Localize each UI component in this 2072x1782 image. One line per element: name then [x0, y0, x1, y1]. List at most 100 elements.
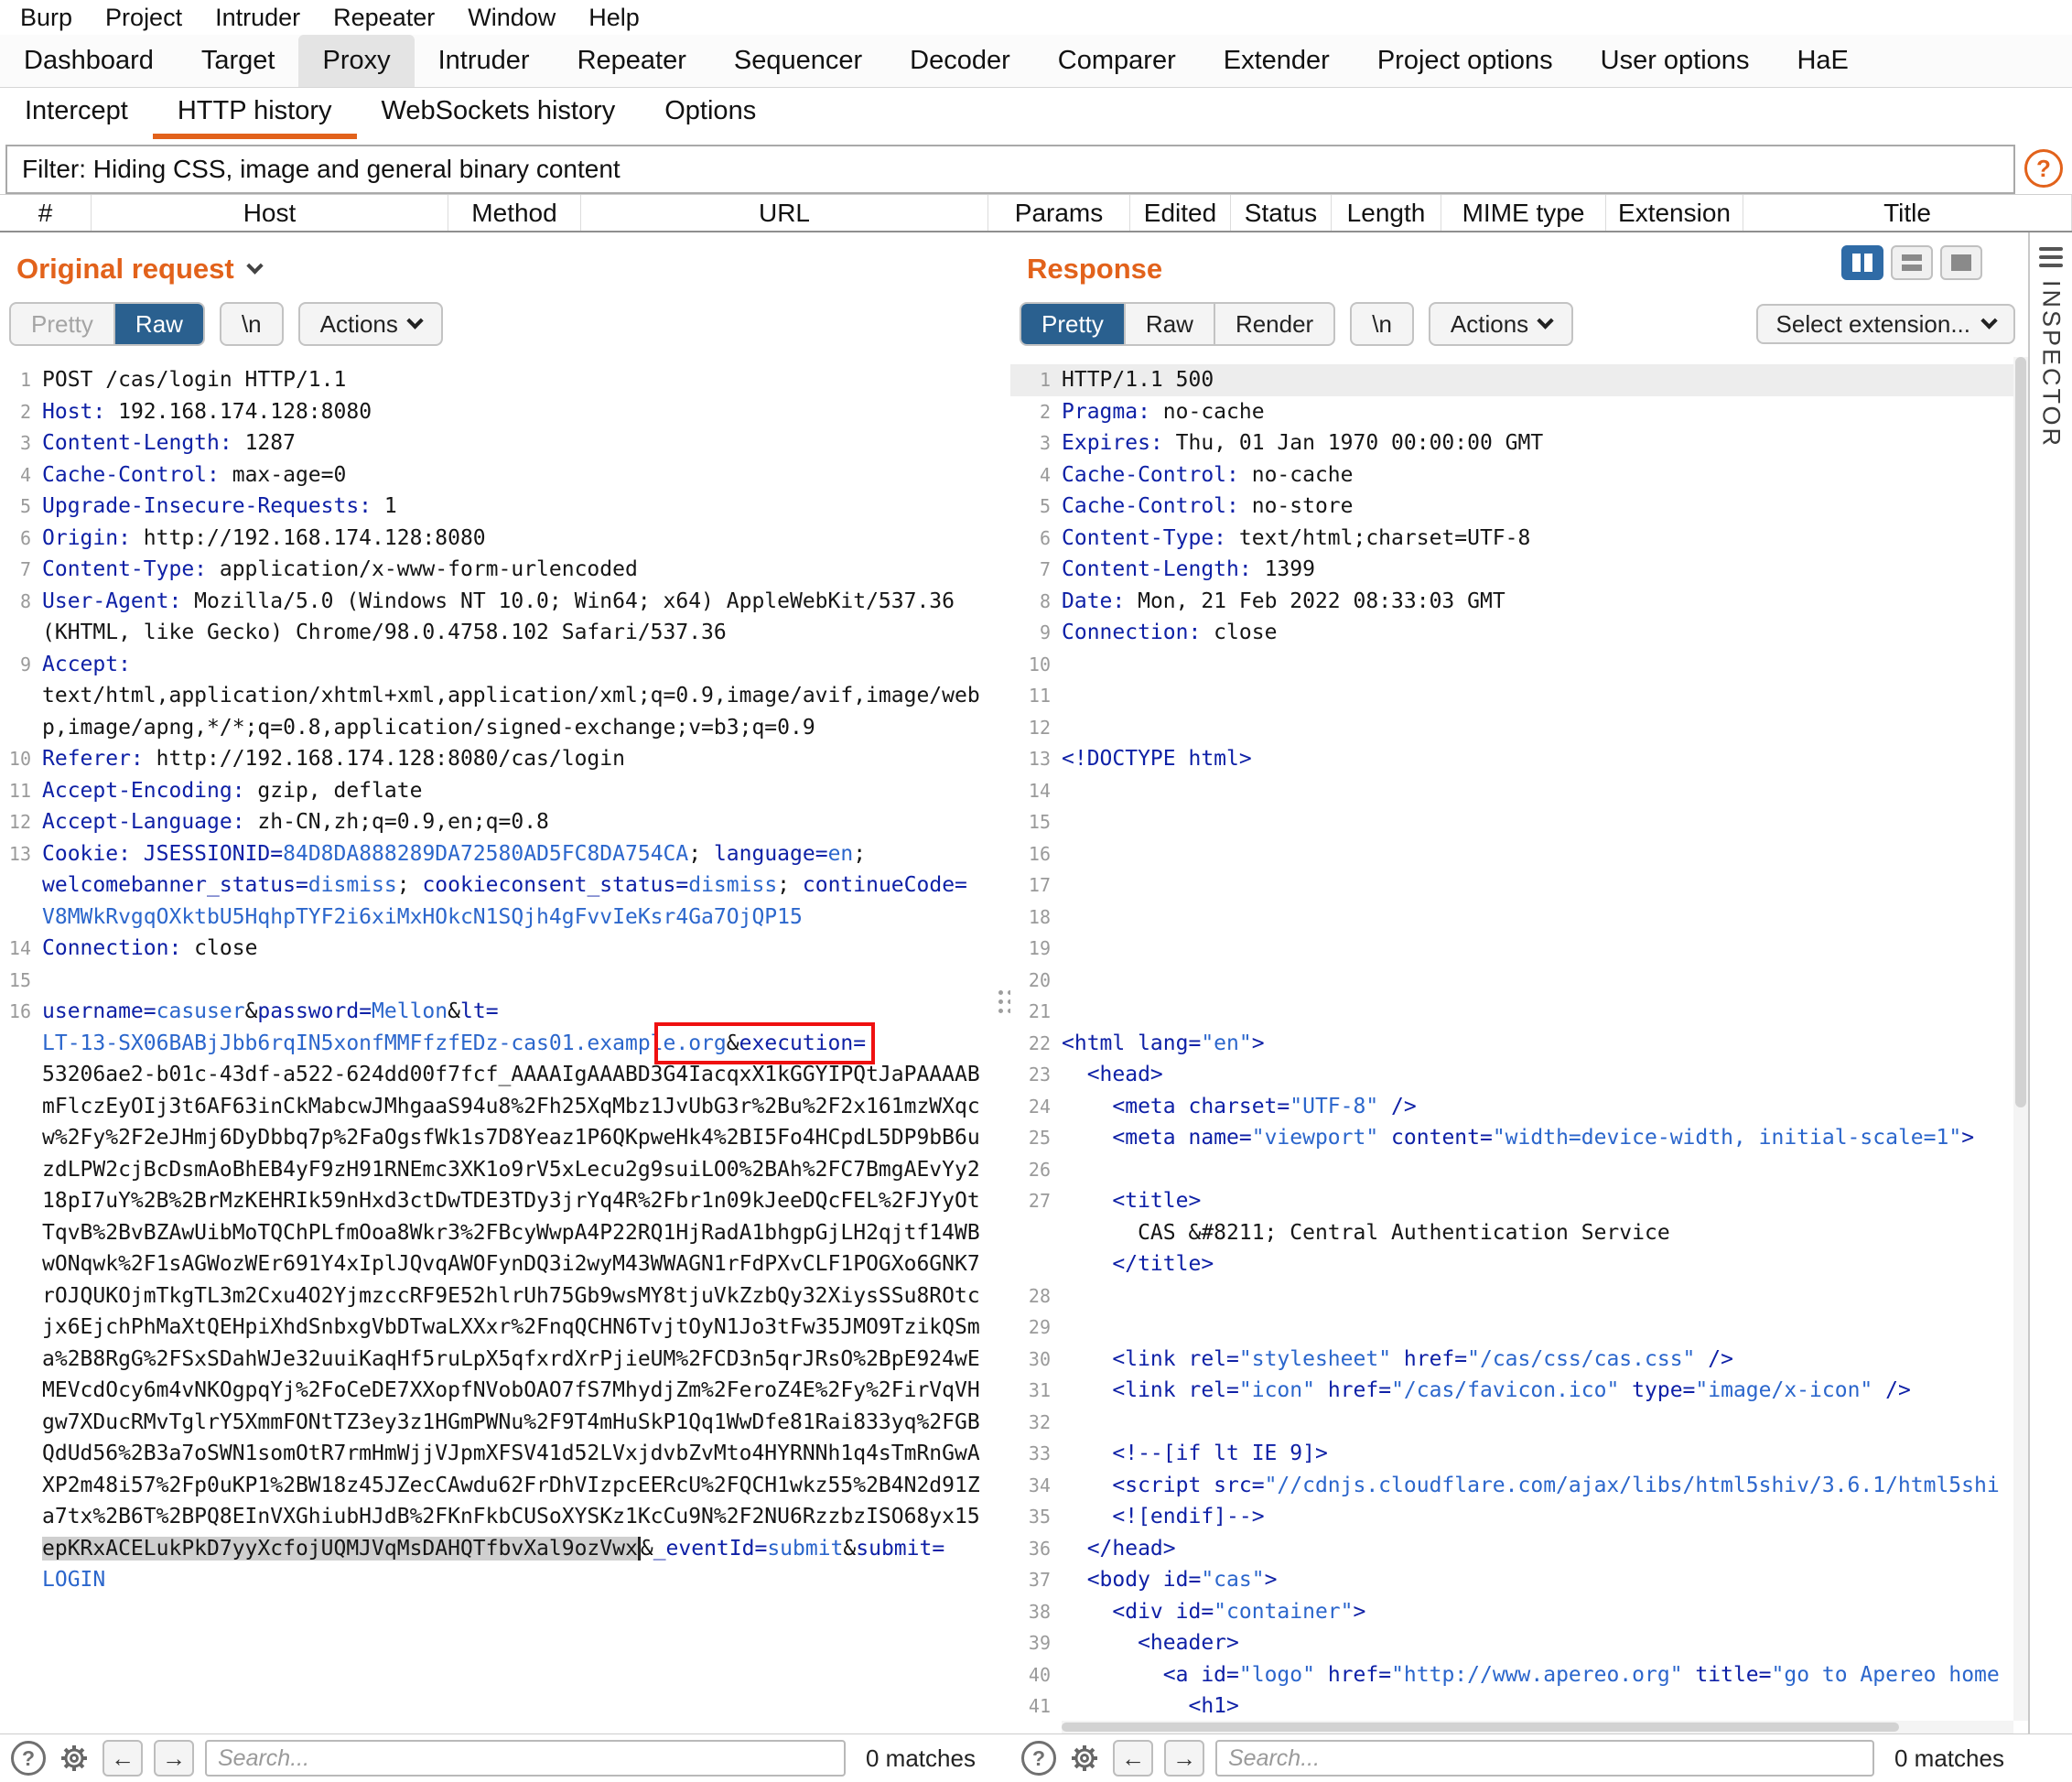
main-tab-decoder[interactable]: Decoder — [886, 35, 1034, 87]
request-line[interactable]: V8MWkRvgqOXktbU5HqhpTYF2i6xiMxHOkcN1SQjh… — [0, 902, 999, 934]
help-icon[interactable]: ? — [11, 1741, 46, 1776]
response-line[interactable]: 38 <div id="container"> — [1010, 1596, 2013, 1628]
response-line[interactable]: 8Date: Mon, 21 Feb 2022 08:33:03 GMT — [1010, 586, 2013, 618]
column-header-title[interactable]: Title — [1743, 195, 2072, 231]
response-line[interactable]: 32 — [1010, 1407, 2013, 1439]
request-tab-raw[interactable]: Raw — [113, 304, 203, 344]
request-line[interactable]: p,image/apng,*/*;q=0.8,application/signe… — [0, 712, 999, 744]
response-line[interactable]: 23 <head> — [1010, 1059, 2013, 1091]
request-line[interactable]: 6Origin: http://192.168.174.128:8080 — [0, 523, 999, 555]
column-header-length[interactable]: Length — [1332, 195, 1441, 231]
response-line[interactable]: 21 — [1010, 996, 2013, 1028]
main-tab-intruder[interactable]: Intruder — [415, 35, 554, 87]
sub-tab-intercept[interactable]: Intercept — [0, 88, 153, 139]
request-line[interactable]: 8User-Agent: Mozilla/5.0 (Windows NT 10.… — [0, 586, 999, 618]
response-line[interactable]: 17 — [1010, 869, 2013, 902]
request-tab-pretty[interactable]: Pretty — [11, 304, 113, 344]
request-line[interactable]: 53206ae2-b01c-43df-a522-624dd00f7fcf_AAA… — [0, 1059, 999, 1091]
response-line[interactable]: 35 <![endif]--> — [1010, 1501, 2013, 1533]
request-tab-actions[interactable]: Actions — [300, 304, 441, 344]
column-header-extension[interactable]: Extension — [1606, 195, 1743, 231]
request-line[interactable]: w%2Fy%2F2eJHmj6DyDbbq7p%2FaOgsfWk1s7D8Ye… — [0, 1122, 999, 1154]
select-extension-dropdown[interactable]: Select extension... — [1756, 304, 2015, 344]
next-match-button[interactable]: → — [1164, 1740, 1204, 1777]
main-tab-target[interactable]: Target — [178, 35, 299, 87]
request-tab-newline-toggle[interactable]: \n — [221, 304, 282, 344]
main-tab-sequencer[interactable]: Sequencer — [710, 35, 886, 87]
request-line[interactable]: 13Cookie: JSESSIONID=84D8DA888289DA72580… — [0, 838, 999, 870]
response-line[interactable]: 34 <script src="//cdnjs.cloudflare.com/a… — [1010, 1470, 2013, 1502]
response-line[interactable]: 2Pragma: no-cache — [1010, 396, 2013, 428]
request-line[interactable]: 1POST /cas/login HTTP/1.1 — [0, 364, 999, 396]
request-search-input[interactable] — [205, 1740, 846, 1777]
response-line[interactable]: 33 <!--[if lt IE 9]> — [1010, 1438, 2013, 1470]
sub-tab-websockets-history[interactable]: WebSockets history — [357, 88, 641, 139]
response-line[interactable]: 18 — [1010, 902, 2013, 934]
response-vertical-scrollbar[interactable] — [2013, 357, 2028, 1721]
main-tab-project-options[interactable]: Project options — [1354, 35, 1577, 87]
response-line[interactable]: 28 — [1010, 1280, 2013, 1312]
response-line[interactable]: 4Cache-Control: no-cache — [1010, 459, 2013, 491]
request-line[interactable]: text/html,application/xhtml+xml,applicat… — [0, 680, 999, 712]
response-line[interactable]: 10 — [1010, 649, 2013, 681]
response-line[interactable]: 14 — [1010, 775, 2013, 807]
request-line[interactable]: 18pI7uY%2B%2BrMzKEHRIk59nHxd3ctDwTDE3TDy… — [0, 1185, 999, 1217]
response-line[interactable]: 12 — [1010, 712, 2013, 744]
gear-icon[interactable] — [1067, 1741, 1102, 1776]
main-tab-user-options[interactable]: User options — [1577, 35, 1774, 87]
response-line[interactable]: </title> — [1010, 1248, 2013, 1280]
response-horizontal-scrollbar[interactable] — [1062, 1721, 2013, 1733]
response-line[interactable]: CAS &#8211; Central Authentication Servi… — [1010, 1217, 2013, 1249]
menu-item-intruder[interactable]: Intruder — [199, 4, 317, 32]
response-line[interactable]: 39 <header> — [1010, 1627, 2013, 1659]
column-header-host[interactable]: Host — [92, 195, 448, 231]
help-icon[interactable]: ? — [1021, 1741, 1056, 1776]
single-layout-button[interactable] — [1940, 245, 1982, 280]
response-line[interactable]: 3Expires: Thu, 01 Jan 1970 00:00:00 GMT — [1010, 427, 2013, 459]
response-line[interactable]: 36 </head> — [1010, 1533, 2013, 1565]
sub-tab-http-history[interactable]: HTTP history — [153, 88, 357, 139]
gear-icon[interactable] — [57, 1741, 92, 1776]
main-tab-comparer[interactable]: Comparer — [1034, 35, 1200, 87]
response-line[interactable]: 7Content-Length: 1399 — [1010, 554, 2013, 586]
menu-item-help[interactable]: Help — [572, 4, 656, 32]
request-line[interactable]: 4Cache-Control: max-age=0 — [0, 459, 999, 491]
request-line[interactable]: 12Accept-Language: zh-CN,zh;q=0.9,en;q=0… — [0, 806, 999, 838]
columns-layout-button[interactable] — [1841, 245, 1883, 280]
request-line[interactable]: TqvB%2BvBZAwUibMoTQChPLfmOoa8Wkr3%2FBcyW… — [0, 1217, 999, 1249]
response-line[interactable]: 15 — [1010, 806, 2013, 838]
response-line[interactable]: 1HTTP/1.1 500 — [1010, 364, 2013, 396]
help-icon[interactable]: ? — [2024, 149, 2063, 188]
rows-layout-button[interactable] — [1891, 245, 1933, 280]
filter-bar[interactable]: Filter: Hiding CSS, image and general bi… — [5, 145, 2015, 194]
scrollbar-thumb[interactable] — [2015, 357, 2026, 1107]
response-line[interactable]: 9Connection: close — [1010, 617, 2013, 649]
panel-splitter[interactable] — [999, 232, 1010, 1733]
sub-tab-options[interactable]: Options — [640, 88, 781, 139]
request-line[interactable]: LT-13-SX06BABjJbb6rqIN5xonfMMFfzfEDz-cas… — [0, 1028, 999, 1060]
response-line[interactable]: 25 <meta name="viewport" content="width=… — [1010, 1122, 2013, 1154]
response-line[interactable]: 11 — [1010, 680, 2013, 712]
column-header-params[interactable]: Params — [988, 195, 1130, 231]
request-line[interactable]: 2Host: 192.168.174.128:8080 — [0, 396, 999, 428]
response-line[interactable]: 26 — [1010, 1154, 2013, 1186]
response-line[interactable]: 27 <title> — [1010, 1185, 2013, 1217]
response-line[interactable]: 31 <link rel="icon" href="/cas/favicon.i… — [1010, 1375, 2013, 1407]
menu-item-project[interactable]: Project — [89, 4, 199, 32]
response-tab-newline-toggle[interactable]: \n — [1352, 304, 1412, 344]
request-line[interactable]: 15 — [0, 965, 999, 997]
request-line[interactable]: gw7XDucRMvTglrY5XmmFONtTZ3ey3z1HGmPWNu%2… — [0, 1407, 999, 1439]
request-line[interactable]: 14Connection: close — [0, 933, 999, 965]
response-tab-raw[interactable]: Raw — [1124, 304, 1214, 344]
response-editor[interactable]: 1HTTP/1.1 5002Pragma: no-cache3Expires: … — [1010, 357, 2013, 1721]
request-line[interactable]: 5Upgrade-Insecure-Requests: 1 — [0, 491, 999, 523]
column-header-mime-type[interactable]: MIME type — [1441, 195, 1606, 231]
request-line[interactable]: epKRxACELukPkD7yyXcfojUQMJVqMsDAHQTfbvXa… — [0, 1533, 999, 1565]
prev-match-button[interactable]: ← — [1113, 1740, 1153, 1777]
inspector-panel[interactable]: INSPECTOR — [2028, 232, 2072, 1733]
request-line[interactable]: QdUd56%2B3a7oSWN1somOtR7rmHmWjjVJpmXFSV4… — [0, 1438, 999, 1470]
response-tab-pretty[interactable]: Pretty — [1021, 304, 1124, 344]
response-line[interactable]: 20 — [1010, 965, 2013, 997]
request-line[interactable]: 10Referer: http://192.168.174.128:8080/c… — [0, 743, 999, 775]
request-line[interactable]: MEVcdOcy6m4vNKOgpqYj%2FoCeDE7XXopfNVobOA… — [0, 1375, 999, 1407]
